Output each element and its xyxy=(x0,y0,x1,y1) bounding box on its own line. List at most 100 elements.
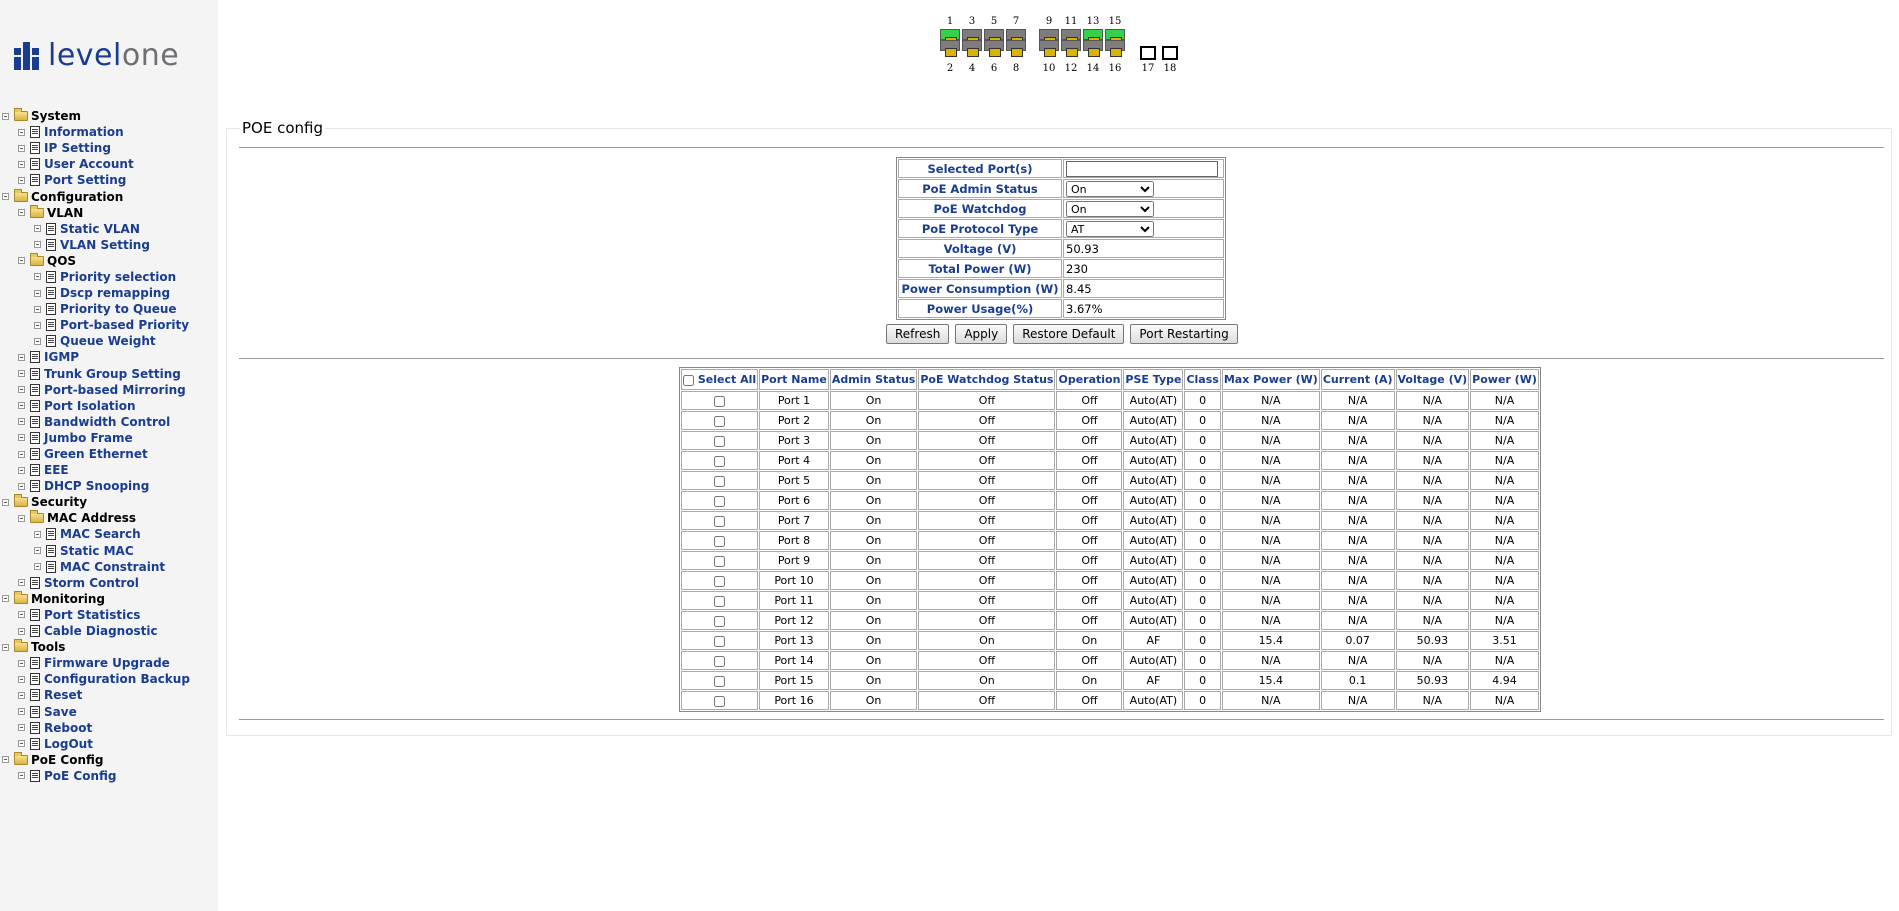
row-select-checkbox[interactable] xyxy=(714,555,726,567)
collapse-icon[interactable] xyxy=(34,225,41,233)
nav-item-port-isolation[interactable]: Port Isolation xyxy=(0,398,190,414)
collapse-icon[interactable] xyxy=(18,611,25,619)
nav-item-dscp-remapping[interactable]: Dscp remapping xyxy=(0,285,190,301)
collapse-icon[interactable] xyxy=(2,595,9,603)
restore-default-button[interactable]: Restore Default xyxy=(1013,324,1125,344)
row-select-checkbox[interactable] xyxy=(714,475,726,487)
port-led-4[interactable] xyxy=(962,40,982,57)
nav-item-configuration-backup[interactable]: Configuration Backup xyxy=(0,671,190,687)
nav-item-save[interactable]: Save xyxy=(0,703,190,719)
collapse-icon[interactable] xyxy=(18,257,25,265)
nav-item-bandwidth-control[interactable]: Bandwidth Control xyxy=(0,414,190,430)
collapse-icon[interactable] xyxy=(34,273,41,281)
selected-ports-input[interactable] xyxy=(1066,160,1218,177)
nav-item-security[interactable]: Security xyxy=(0,494,190,510)
refresh-button[interactable]: Refresh xyxy=(886,324,950,344)
nav-item-system[interactable]: System xyxy=(0,108,190,124)
row-select-checkbox[interactable] xyxy=(714,455,726,467)
collapse-icon[interactable] xyxy=(18,675,25,683)
nav-item-monitoring[interactable]: Monitoring xyxy=(0,590,190,607)
port-led-13[interactable] xyxy=(1083,29,1103,46)
row-select-checkbox[interactable] xyxy=(714,535,726,547)
collapse-icon[interactable] xyxy=(18,209,25,217)
nav-item-poe-config[interactable]: PoE Config xyxy=(0,751,190,768)
collapse-icon[interactable] xyxy=(2,193,9,201)
collapse-icon[interactable] xyxy=(18,579,25,587)
port-led-7[interactable] xyxy=(1006,29,1026,46)
collapse-icon[interactable] xyxy=(18,450,25,458)
collapse-icon[interactable] xyxy=(18,466,25,474)
port-led-14[interactable] xyxy=(1083,40,1103,57)
collapse-icon[interactable] xyxy=(34,241,41,249)
collapse-icon[interactable] xyxy=(2,756,9,764)
collapse-icon[interactable] xyxy=(18,740,25,748)
port-led-2[interactable] xyxy=(940,40,960,57)
collapse-icon[interactable] xyxy=(18,724,25,732)
nav-item-ip-setting[interactable]: IP Setting xyxy=(0,140,190,156)
sfp-port-18[interactable] xyxy=(1162,46,1178,60)
port-led-9[interactable] xyxy=(1039,29,1059,46)
nav-item-reboot[interactable]: Reboot xyxy=(0,720,190,736)
port-led-3[interactable] xyxy=(962,29,982,46)
collapse-icon[interactable] xyxy=(18,418,25,426)
nav-item-logout[interactable]: LogOut xyxy=(0,736,190,752)
row-select-checkbox[interactable] xyxy=(714,435,726,447)
nav-item-trunk-group-setting[interactable]: Trunk Group Setting xyxy=(0,366,190,382)
poe-watchdog-select[interactable]: On xyxy=(1066,200,1154,217)
port-led-11[interactable] xyxy=(1061,29,1081,46)
row-select-checkbox[interactable] xyxy=(714,675,726,687)
nav-item-vlan[interactable]: VLAN xyxy=(0,204,190,221)
nav-item-igmp[interactable]: IGMP xyxy=(0,349,190,365)
collapse-icon[interactable] xyxy=(18,176,25,184)
nav-item-mac-constraint[interactable]: MAC Constraint xyxy=(0,559,190,575)
collapse-icon[interactable] xyxy=(18,659,25,667)
nav-item-mac-search[interactable]: MAC Search xyxy=(0,526,190,542)
collapse-icon[interactable] xyxy=(18,708,25,716)
row-select-checkbox[interactable] xyxy=(714,575,726,587)
levelone-logo[interactable]: levelone xyxy=(14,40,179,72)
collapse-icon[interactable] xyxy=(34,321,41,329)
collapse-icon[interactable] xyxy=(34,547,41,555)
nav-item-firmware-upgrade[interactable]: Firmware Upgrade xyxy=(0,655,190,671)
row-select-checkbox[interactable] xyxy=(714,515,726,527)
row-select-checkbox[interactable] xyxy=(714,615,726,627)
port-led-10[interactable] xyxy=(1039,40,1059,57)
collapse-icon[interactable] xyxy=(18,627,25,635)
poe-admin-status-select[interactable]: On xyxy=(1066,180,1154,197)
collapse-icon[interactable] xyxy=(34,563,41,571)
port-led-1[interactable] xyxy=(940,29,960,46)
nav-item-static-vlan[interactable]: Static VLAN xyxy=(0,221,190,237)
row-select-checkbox[interactable] xyxy=(714,415,726,427)
nav-item-tools[interactable]: Tools xyxy=(0,639,190,655)
nav-item-green-ethernet[interactable]: Green Ethernet xyxy=(0,446,190,462)
collapse-icon[interactable] xyxy=(34,530,41,538)
nav-item-queue-weight[interactable]: Queue Weight xyxy=(0,333,190,349)
select-all-checkbox[interactable] xyxy=(683,374,694,386)
collapse-icon[interactable] xyxy=(18,386,25,394)
collapse-icon[interactable] xyxy=(2,498,9,506)
collapse-icon[interactable] xyxy=(18,160,25,168)
port-led-6[interactable] xyxy=(984,40,1004,57)
port-led-16[interactable] xyxy=(1105,40,1125,57)
nav-item-qos[interactable]: QOS xyxy=(0,252,190,269)
nav-item-cable-diagnostic[interactable]: Cable Diagnostic xyxy=(0,623,190,639)
collapse-icon[interactable] xyxy=(18,772,25,780)
row-select-checkbox[interactable] xyxy=(714,495,726,507)
nav-item-configuration[interactable]: Configuration xyxy=(0,188,190,204)
port-led-8[interactable] xyxy=(1006,40,1026,57)
row-select-checkbox[interactable] xyxy=(714,655,726,667)
poe-protocol-type-select[interactable]: AT xyxy=(1066,220,1154,237)
nav-item-port-statistics[interactable]: Port Statistics xyxy=(0,607,190,623)
apply-button[interactable]: Apply xyxy=(955,324,1008,344)
nav-item-port-based-mirroring[interactable]: Port-based Mirroring xyxy=(0,382,190,398)
nav-item-storm-control[interactable]: Storm Control xyxy=(0,575,190,591)
nav-item-port-setting[interactable]: Port Setting xyxy=(0,172,190,188)
nav-item-eee[interactable]: EEE xyxy=(0,462,190,478)
nav-item-priority-selection[interactable]: Priority selection xyxy=(0,269,190,285)
collapse-icon[interactable] xyxy=(18,402,25,410)
nav-item-priority-to-queue[interactable]: Priority to Queue xyxy=(0,301,190,317)
collapse-icon[interactable] xyxy=(2,112,9,120)
collapse-icon[interactable] xyxy=(18,370,25,378)
collapse-icon[interactable] xyxy=(18,482,25,490)
nav-item-dhcp-snooping[interactable]: DHCP Snooping xyxy=(0,478,190,494)
